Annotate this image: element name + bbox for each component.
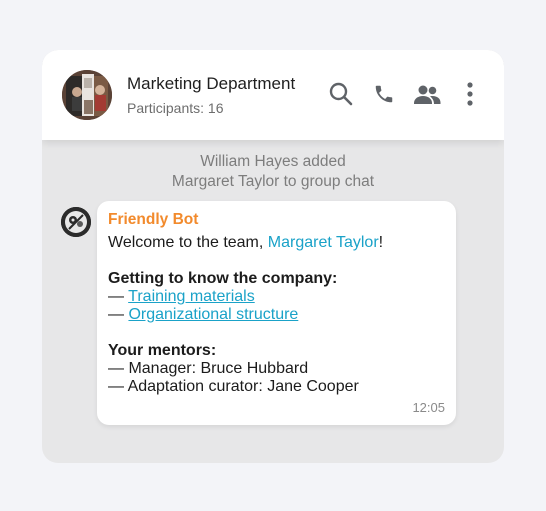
phone-icon[interactable] xyxy=(370,80,398,108)
org-structure-link[interactable]: Organizational structure xyxy=(128,306,298,323)
group-icon[interactable] xyxy=(413,80,441,108)
welcome-line: Welcome to the team, Margaret Taylor! xyxy=(108,234,383,252)
message-bubble: Friendly Bot Welcome to the team, Margar… xyxy=(97,201,456,425)
welcome-text: Welcome to the team, xyxy=(108,234,268,251)
mentor-item: — Adaptation curator: Jane Cooper xyxy=(108,378,359,395)
bot-avatar[interactable] xyxy=(61,207,91,237)
chat-header: Marketing Department Participants: 16 xyxy=(42,50,504,140)
system-message-line: William Hayes added xyxy=(200,153,346,170)
list-dash: — xyxy=(108,288,129,305)
system-message-line: Margaret Taylor to group chat xyxy=(171,173,375,190)
system-message: William Hayes added Margaret Taylor to g… xyxy=(42,152,504,192)
chat-title: Marketing Department xyxy=(127,74,296,93)
user-mention[interactable]: Margaret Taylor xyxy=(268,234,379,251)
message-time: 12:05 xyxy=(412,400,445,415)
more-vertical-icon[interactable] xyxy=(456,80,484,108)
chat-window: Marketing Department Participants: 16 Wi… xyxy=(42,50,504,463)
training-materials-link[interactable]: Training materials xyxy=(128,288,255,305)
list-item: — Organizational structure xyxy=(108,306,298,324)
section-title: Getting to know the company: xyxy=(108,270,338,287)
app-background: Marketing Department Participants: 16 Wi… xyxy=(0,0,546,511)
search-icon[interactable] xyxy=(327,80,355,108)
participants-count: Participants: 16 xyxy=(127,100,224,116)
sender-name: Friendly Bot xyxy=(108,211,199,228)
list-dash: — xyxy=(108,306,129,323)
welcome-suffix: ! xyxy=(378,234,384,251)
mentor-item: — Manager: Bruce Hubbard xyxy=(108,360,309,377)
list-item: — Training materials xyxy=(108,288,255,306)
group-avatar[interactable] xyxy=(62,70,112,120)
section-title: Your mentors: xyxy=(108,342,217,359)
